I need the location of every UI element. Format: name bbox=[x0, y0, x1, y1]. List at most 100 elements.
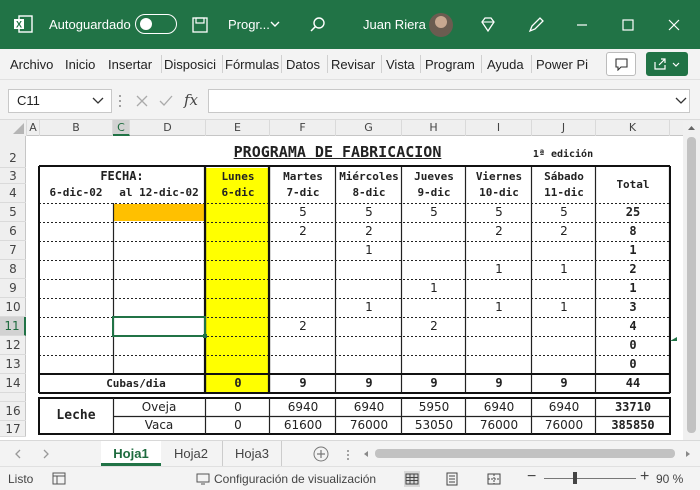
vertical-scrollbar[interactable] bbox=[683, 121, 700, 441]
col-header-j[interactable]: J bbox=[532, 120, 596, 136]
add-sheet-icon[interactable] bbox=[313, 446, 329, 462]
cell[interactable]: 5 bbox=[336, 204, 402, 221]
row-header-8[interactable]: 8 bbox=[0, 260, 26, 279]
milk-cell[interactable]: 6940 bbox=[336, 399, 402, 416]
check-icon[interactable] bbox=[158, 94, 174, 108]
cell[interactable]: 2 bbox=[466, 223, 532, 240]
row-header-14[interactable]: 14 bbox=[0, 374, 26, 393]
row-header-3[interactable]: 3 bbox=[0, 168, 26, 184]
milk-cell[interactable]: 6940 bbox=[466, 399, 532, 416]
cell[interactable]: 1 bbox=[336, 242, 402, 259]
tab-program[interactable]: Program bbox=[425, 57, 475, 72]
view-settings-label[interactable]: Configuración de visualización bbox=[214, 472, 376, 486]
cell[interactable]: 5 bbox=[270, 204, 336, 221]
row-header-17[interactable]: 17 bbox=[0, 421, 26, 437]
formula-input[interactable] bbox=[208, 89, 690, 113]
cubas-cell[interactable]: 9 bbox=[466, 375, 532, 392]
maximize-icon[interactable] bbox=[618, 15, 638, 35]
row-header-12[interactable]: 12 bbox=[0, 336, 26, 355]
save-icon[interactable] bbox=[190, 15, 210, 35]
total-cell[interactable]: 4 bbox=[596, 318, 670, 335]
scrollbar-thumb[interactable] bbox=[687, 137, 696, 433]
cell[interactable]: 1 bbox=[402, 280, 466, 297]
tab-datos[interactable]: Datos bbox=[286, 57, 320, 72]
row-header-2[interactable]: 2 bbox=[0, 136, 26, 168]
cancel-icon[interactable] bbox=[135, 94, 149, 108]
milk-cell[interactable]: 53050 bbox=[402, 417, 466, 434]
worksheet-grid[interactable]: PROGRAMA DE FABRICACION 1ª edición FECHA… bbox=[27, 136, 682, 437]
cell[interactable]: 5 bbox=[532, 204, 596, 221]
select-all-corner[interactable] bbox=[0, 120, 27, 136]
zoom-out-icon[interactable]: − bbox=[527, 468, 536, 486]
tab-disposicion[interactable]: Disposici bbox=[164, 57, 216, 72]
col-header-f[interactable]: F bbox=[270, 120, 336, 136]
col-header-a[interactable]: A bbox=[27, 120, 40, 136]
cubas-cell[interactable]: 9 bbox=[270, 375, 336, 392]
share-button[interactable] bbox=[646, 52, 688, 76]
row-header-7[interactable]: 7 bbox=[0, 241, 26, 260]
cell[interactable]: 2 bbox=[532, 223, 596, 240]
next-sheet-icon[interactable] bbox=[42, 449, 50, 459]
search-icon[interactable] bbox=[308, 15, 328, 35]
cubas-cell[interactable]: 9 bbox=[532, 375, 596, 392]
zoom-level[interactable]: 90 % bbox=[656, 472, 683, 486]
normal-view-icon[interactable] bbox=[404, 471, 420, 487]
milk-total[interactable]: 385850 bbox=[596, 417, 670, 434]
sheet-tab-hoja1[interactable]: Hoja1 bbox=[101, 441, 161, 466]
cubas-cell[interactable]: 9 bbox=[402, 375, 466, 392]
tab-power-pivot[interactable]: Power Pi bbox=[536, 57, 590, 72]
zoom-in-icon[interactable]: + bbox=[640, 468, 649, 486]
milk-cell[interactable]: 6940 bbox=[532, 399, 596, 416]
macro-record-icon[interactable] bbox=[52, 472, 66, 485]
cell[interactable]: 2 bbox=[270, 223, 336, 240]
display-settings-icon[interactable] bbox=[196, 472, 210, 486]
cubas-total[interactable]: 44 bbox=[596, 375, 670, 392]
insert-function-button[interactable]: fx bbox=[184, 91, 198, 109]
tab-inicio[interactable]: Inicio bbox=[65, 57, 95, 72]
zoom-slider-thumb[interactable] bbox=[573, 472, 577, 484]
milk-total[interactable]: 33710 bbox=[596, 399, 670, 416]
col-header-d[interactable]: D bbox=[130, 120, 206, 136]
col-header-i[interactable]: I bbox=[466, 120, 532, 136]
col-header-b[interactable]: B bbox=[40, 120, 113, 136]
row-header-6[interactable]: 6 bbox=[0, 222, 26, 241]
cell[interactable]: 2 bbox=[270, 318, 336, 335]
col-header-e[interactable]: E bbox=[206, 120, 270, 136]
cell[interactable]: 1 bbox=[466, 261, 532, 278]
col-header-c[interactable]: C bbox=[113, 120, 130, 136]
chevron-down-icon[interactable] bbox=[268, 17, 282, 31]
cell[interactable]: 5 bbox=[402, 204, 466, 221]
row-header-4[interactable]: 4 bbox=[0, 184, 26, 203]
autosave-toggle[interactable] bbox=[135, 14, 177, 34]
cubas-cell[interactable]: 0 bbox=[206, 375, 270, 392]
tab-archivo[interactable]: Archivo bbox=[10, 57, 53, 72]
cell[interactable]: 1 bbox=[532, 299, 596, 316]
total-cell[interactable]: 25 bbox=[596, 204, 670, 221]
scroll-left-icon[interactable] bbox=[362, 450, 370, 458]
total-cell[interactable]: 3 bbox=[596, 299, 670, 316]
comments-button[interactable] bbox=[606, 52, 636, 76]
document-name[interactable]: Progr... bbox=[228, 17, 270, 32]
expand-formula-icon[interactable] bbox=[675, 96, 687, 106]
tab-ayuda[interactable]: Ayuda bbox=[487, 57, 524, 72]
milk-cell[interactable]: 0 bbox=[206, 417, 270, 434]
col-header-k[interactable]: K bbox=[596, 120, 670, 136]
row-header-16[interactable]: 16 bbox=[0, 402, 26, 421]
cell[interactable]: 1 bbox=[336, 299, 402, 316]
tab-formulas[interactable]: Fórmulas bbox=[225, 57, 279, 72]
col-header-h[interactable]: H bbox=[402, 120, 466, 136]
avatar[interactable] bbox=[429, 13, 453, 37]
sheet-tab-hoja3[interactable]: Hoja3 bbox=[222, 441, 282, 466]
row-header-10[interactable]: 10 bbox=[0, 298, 26, 317]
row-header-15[interactable] bbox=[0, 393, 26, 402]
cell[interactable]: 5 bbox=[466, 204, 532, 221]
milk-cell[interactable]: 76000 bbox=[532, 417, 596, 434]
cell[interactable]: 2 bbox=[402, 318, 466, 335]
sheet-tab-hoja2[interactable]: Hoja2 bbox=[163, 441, 219, 466]
horizontal-scrollbar[interactable] bbox=[375, 449, 675, 458]
total-cell[interactable]: 8 bbox=[596, 223, 670, 240]
scroll-up-icon[interactable] bbox=[687, 124, 696, 132]
minimize-icon[interactable] bbox=[572, 15, 592, 35]
row-header-9[interactable]: 9 bbox=[0, 279, 26, 298]
tab-revisar[interactable]: Revisar bbox=[331, 57, 375, 72]
